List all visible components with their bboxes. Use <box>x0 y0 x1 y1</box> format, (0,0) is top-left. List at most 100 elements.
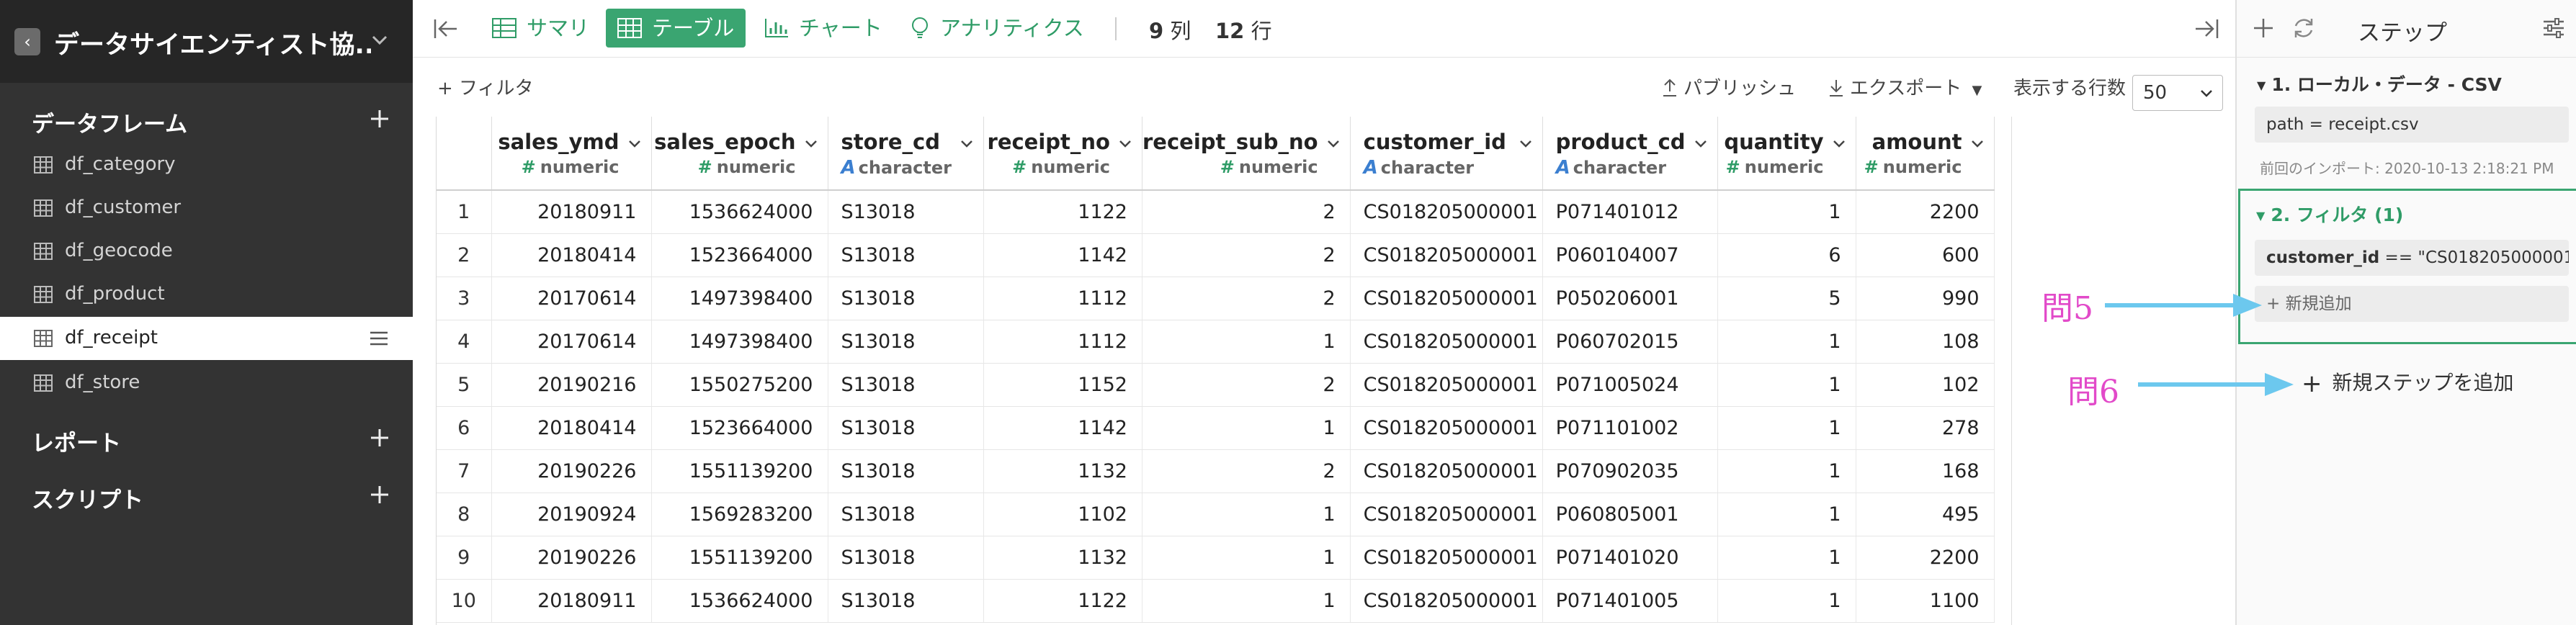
table-cell: 1 <box>1142 536 1351 580</box>
numeric-type-icon: # <box>1725 157 1740 177</box>
column-header[interactable]: quantity # numeric <box>1717 117 1856 191</box>
chevron-down-icon[interactable] <box>369 29 390 50</box>
back-button[interactable]: ‹ <box>14 28 40 55</box>
add-report-icon[interactable] <box>369 427 390 449</box>
chevron-down-icon[interactable] <box>1969 135 1985 151</box>
add-icon[interactable] <box>2253 17 2274 39</box>
table-row[interactable]: 1 20180911 1536624000 S13018 1122 2 CS01820500… <box>437 190 1995 234</box>
column-header[interactable]: product_cd Acharacter <box>1542 117 1718 191</box>
filter-condition[interactable]: customer_id == "CS018205000001" <box>2255 240 2569 276</box>
section-dataframes: データフレーム <box>32 112 188 138</box>
step-2-filter[interactable]: ▼ 2. フィルタ (1) customer_id == "CS018205000… <box>2238 189 2576 344</box>
table-row[interactable]: 3 20170614 1497398400 S13018 1112 2 CS01820500… <box>437 276 1995 320</box>
table-cell: 1102 <box>983 493 1142 536</box>
table-cell: CS018205000001 <box>1350 363 1543 407</box>
step-1-header[interactable]: ▼ 1. ローカル・データ - CSV <box>2257 71 2502 96</box>
tab-analytics[interactable]: アナリティクス <box>910 9 1090 48</box>
table-cell: 1551139200 <box>651 449 828 493</box>
column-header[interactable]: customer_id Acharacter <box>1350 117 1543 191</box>
table-row[interactable]: 4 20170614 1497398400 S13018 1112 1 CS01820500… <box>437 320 1995 364</box>
rows-to-show-label: 表示する行数 <box>2013 78 2126 99</box>
table-cell: 5 <box>1717 276 1856 320</box>
publish-button[interactable]: パブリッシュ <box>1662 73 1796 100</box>
row-number-header <box>437 117 492 191</box>
sidebar-item-df-receipt[interactable]: df_receipt <box>0 317 413 360</box>
rows-to-show-select[interactable]: 50 <box>2132 75 2223 111</box>
table-cell: P071401005 <box>1542 579 1718 623</box>
add-filter-condition-button[interactable]: + 新規追加 <box>2255 286 2569 322</box>
column-header[interactable]: sales_ymd # numeric <box>491 117 652 191</box>
table-cell: CS018205000001 <box>1350 233 1543 277</box>
project-title[interactable]: データサイエンティスト協... <box>54 24 371 61</box>
table-cell: 1 <box>1142 320 1351 364</box>
chevron-down-icon[interactable] <box>1518 135 1534 151</box>
collapse-left-icon[interactable] <box>433 17 459 40</box>
tab-table[interactable]: テーブル <box>606 9 746 48</box>
table-cell: S13018 <box>828 320 984 364</box>
column-header[interactable]: receipt_sub_no # numeric <box>1142 117 1351 191</box>
character-type-icon: A <box>1363 157 1378 179</box>
triangle-down-icon: ▼ <box>2256 209 2266 222</box>
chevron-down-icon[interactable] <box>959 135 975 151</box>
refresh-icon[interactable] <box>2291 16 2316 40</box>
table-cell: P071005024 <box>1542 363 1718 407</box>
table-row[interactable]: 7 20190226 1551139200 S13018 1132 2 CS01820500… <box>437 449 1995 493</box>
step-1-param[interactable]: path = receipt.csv <box>2255 107 2569 143</box>
table-icon <box>34 243 53 260</box>
add-script-icon[interactable] <box>369 484 390 505</box>
table-cell: 1523664000 <box>651 233 828 277</box>
table-cell: P050206001 <box>1542 276 1718 320</box>
table-cell: CS018205000001 <box>1350 190 1543 234</box>
column-header[interactable]: receipt_no # numeric <box>983 117 1142 191</box>
table-row[interactable]: 10 20180911 1536624000 S13018 1122 1 CS0182050… <box>437 579 1995 623</box>
table-row[interactable]: 9 20190226 1551139200 S13018 1132 1 CS01820500… <box>437 536 1995 580</box>
table-cell: 102 <box>1856 363 1995 407</box>
table-cell: 1551139200 <box>651 536 828 580</box>
step-2-header[interactable]: ▼ 2. フィルタ (1) <box>2256 201 2403 227</box>
add-filter-button[interactable]: + フィルタ <box>437 73 534 100</box>
table-row[interactable]: 6 20180414 1523664000 S13018 1142 1 CS01820500… <box>437 406 1995 450</box>
table-cell: 1112 <box>983 320 1142 364</box>
export-button[interactable]: エクスポート ▼ <box>1828 73 1982 100</box>
sidebar-item-df-product[interactable]: df_product <box>0 273 413 316</box>
table-row[interactable]: 2 20180414 1523664000 S13018 1142 2 CS01820500… <box>437 233 1995 277</box>
table-row[interactable]: 8 20190924 1569283200 S13018 1102 1 CS01820500… <box>437 493 1995 536</box>
row-number-cell: 9 <box>437 536 492 580</box>
chevron-down-icon[interactable] <box>1325 135 1341 151</box>
sidebar-item-df-customer[interactable]: df_customer <box>0 186 413 230</box>
sidebar-item-label: df_receipt <box>65 327 158 349</box>
column-header[interactable]: amount # numeric <box>1856 117 1995 191</box>
table-cell: S13018 <box>828 579 984 623</box>
table-row[interactable]: 5 20190216 1550275200 S13018 1152 2 CS01820500… <box>437 363 1995 407</box>
sidebar-item-df-store[interactable]: df_store <box>0 361 413 405</box>
tab-chart[interactable]: チャート <box>764 9 887 48</box>
add-step-button[interactable]: + 新規ステップを追加 <box>2302 367 2514 398</box>
sidebar-item-label: df_category <box>65 153 176 175</box>
table-cell: 495 <box>1856 493 1995 536</box>
table-cell: 168 <box>1856 449 1995 493</box>
sidebar-item-df-geocode[interactable]: df_geocode <box>0 230 413 273</box>
chevron-down-icon[interactable] <box>627 135 643 151</box>
toolbar: サマリ テーブル チャート アナリティクス 9 列 12 行 <box>413 0 2235 58</box>
table-cell: 2 <box>1142 276 1351 320</box>
add-dataframe-icon[interactable] <box>369 108 390 130</box>
table-cell: 20170614 <box>491 320 652 364</box>
collapse-right-icon[interactable] <box>2193 17 2219 40</box>
settings-sliders-icon[interactable] <box>2542 17 2565 39</box>
numeric-type-icon: # <box>1220 157 1235 177</box>
sidebar-item-df-category[interactable]: df_category <box>0 143 413 186</box>
chevron-down-icon[interactable] <box>1693 135 1709 151</box>
column-header[interactable]: store_cd Acharacter <box>828 117 984 191</box>
hamburger-menu-icon[interactable] <box>369 330 389 347</box>
chevron-down-icon[interactable] <box>1831 135 1847 151</box>
chevron-down-icon[interactable] <box>1117 135 1133 151</box>
tab-summary[interactable]: サマリ <box>492 9 601 48</box>
chevron-down-icon[interactable] <box>803 135 819 151</box>
data-table: sales_ymd # numeric sales_epoch # numeric … <box>436 117 2216 625</box>
column-header[interactable]: sales_epoch # numeric <box>651 117 828 191</box>
sidebar-item-label: df_product <box>65 283 165 305</box>
sidebar: ‹ データサイエンティスト協... データフレーム df_category df… <box>0 0 413 625</box>
row-number-cell: 8 <box>437 493 492 536</box>
table-cell: S13018 <box>828 536 984 580</box>
toolbar-divider <box>1115 17 1117 40</box>
